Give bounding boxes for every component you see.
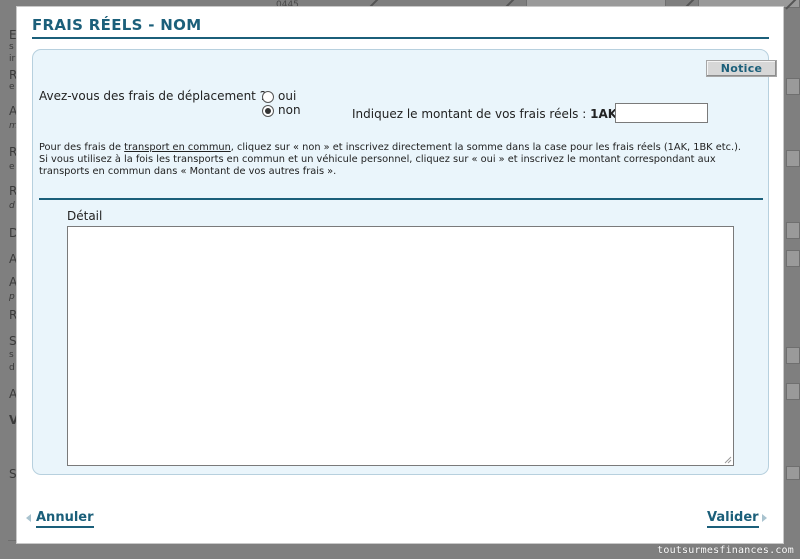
info-line1-suffix: , cliquez sur « non » et inscrivez direc… — [230, 142, 742, 153]
radio-oui[interactable] — [262, 91, 274, 103]
detail-label: Détail — [67, 209, 103, 223]
radio-non-label[interactable]: non — [278, 103, 301, 117]
amount-label: Indiquez le montant de vos frais réels :… — [352, 107, 617, 121]
background-field — [786, 347, 800, 364]
detail-textarea[interactable] — [67, 226, 734, 466]
info-line1-prefix: Pour des frais de — [39, 142, 122, 153]
background-field — [786, 222, 800, 239]
form-panel: Notice Avez-vous des frais de déplacemen… — [32, 49, 777, 475]
transport-en-commun-link[interactable]: transport en commun — [124, 142, 231, 153]
title-divider — [32, 37, 769, 39]
radio-oui-label[interactable]: oui — [278, 89, 296, 103]
arrow-right-icon — [762, 514, 767, 522]
amount-code: 1AK — [590, 107, 618, 121]
watermark: toutsurmesfinances.com — [657, 545, 794, 556]
background-letter: e — [9, 82, 15, 92]
background-letter: s — [9, 42, 14, 52]
amount-label-text: Indiquez le montant de vos frais réels : — [352, 107, 587, 121]
resize-grip-icon[interactable] — [723, 455, 732, 464]
background-letter: d — [9, 201, 15, 211]
radio-non[interactable] — [262, 105, 274, 117]
background-letter: p — [9, 292, 15, 302]
background-field — [786, 250, 800, 267]
background-letter: s — [9, 350, 14, 360]
info-text: Pour des frais de transport en commun, c… — [39, 142, 763, 178]
cancel-button[interactable]: Annuler — [36, 510, 94, 528]
info-paragraph-2: Si vous utilisez à la fois les transport… — [39, 154, 716, 177]
section-divider — [39, 198, 763, 200]
background-letter: e — [9, 162, 15, 172]
background-field — [786, 150, 800, 167]
background-field — [786, 466, 800, 480]
background-letter: d — [9, 363, 15, 373]
validate-button[interactable]: Valider — [707, 510, 759, 528]
background-field — [786, 78, 800, 95]
modal-title: FRAIS RÉELS - NOM — [32, 16, 202, 34]
background-letter: ir — [9, 54, 16, 64]
arrow-left-icon — [26, 514, 31, 522]
travel-question-label: Avez-vous des frais de déplacement ? — [39, 89, 267, 103]
info-paragraph-1: Pour des frais de transport en commun, c… — [39, 142, 763, 154]
amount-1ak-input[interactable] — [615, 103, 708, 123]
frais-reels-modal: FRAIS RÉELS - NOM Notice Avez-vous des f… — [16, 6, 784, 544]
background-field — [786, 383, 800, 400]
notice-button[interactable]: Notice — [706, 60, 777, 77]
